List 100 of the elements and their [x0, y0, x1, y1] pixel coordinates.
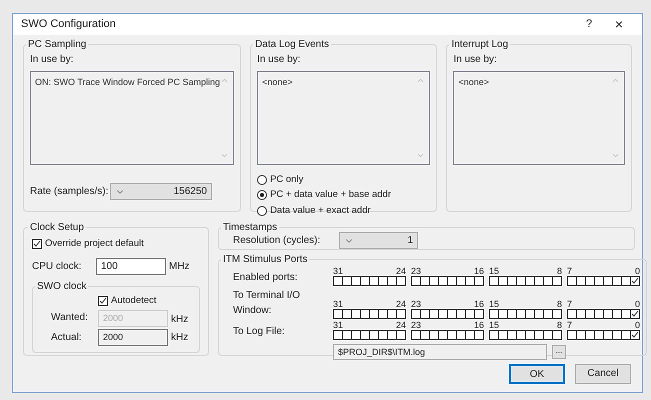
checkbox[interactable]	[630, 309, 640, 319]
checkbox[interactable]	[594, 309, 604, 319]
checkbox[interactable]	[396, 330, 406, 340]
checkbox[interactable]	[498, 276, 508, 286]
checkbox[interactable]	[32, 239, 42, 250]
checkbox[interactable]	[498, 330, 508, 340]
checkbox[interactable]	[411, 330, 421, 340]
checkbox[interactable]	[369, 276, 379, 286]
checkbox[interactable]	[429, 276, 439, 286]
checkbox[interactable]	[387, 309, 397, 319]
checkbox[interactable]	[369, 309, 379, 319]
dropdown[interactable]: 1	[339, 232, 418, 249]
checkbox[interactable]	[525, 309, 535, 319]
checkbox[interactable]	[516, 309, 526, 319]
checkbox[interactable]	[489, 309, 499, 319]
checkbox[interactable]	[621, 309, 631, 319]
checkbox[interactable]	[507, 330, 517, 340]
help-button[interactable]: ?	[574, 16, 604, 33]
checkbox[interactable]	[576, 276, 586, 286]
checkbox[interactable]	[411, 309, 421, 319]
checkbox[interactable]	[474, 309, 484, 319]
checkbox[interactable]	[552, 309, 562, 319]
checkbox[interactable]	[447, 330, 457, 340]
checkbox[interactable]	[621, 330, 631, 340]
checkbox[interactable]	[360, 330, 370, 340]
checkbox[interactable]	[333, 309, 343, 319]
checkbox[interactable]	[456, 309, 466, 319]
dialog-button[interactable]: Cancel	[575, 364, 631, 384]
checkbox[interactable]	[576, 330, 586, 340]
checkbox[interactable]	[552, 330, 562, 340]
checkbox[interactable]	[474, 330, 484, 340]
checkbox[interactable]	[378, 276, 388, 286]
checkbox[interactable]	[612, 309, 622, 319]
checkbox[interactable]	[387, 330, 397, 340]
checkbox[interactable]	[420, 309, 430, 319]
checkbox[interactable]	[630, 330, 640, 340]
checkbox[interactable]	[603, 276, 613, 286]
checkbox[interactable]	[369, 330, 379, 340]
checkbox[interactable]	[567, 276, 577, 286]
dialog-button[interactable]: OK	[509, 364, 565, 384]
checkbox[interactable]	[438, 309, 448, 319]
checkbox[interactable]	[411, 276, 421, 286]
checkbox[interactable]	[429, 309, 439, 319]
checkbox[interactable]	[333, 330, 343, 340]
checkbox[interactable]	[612, 276, 622, 286]
checkbox[interactable]	[387, 276, 397, 286]
checkbox[interactable]	[507, 276, 517, 286]
checkbox[interactable]	[552, 276, 562, 286]
checkbox[interactable]	[612, 330, 622, 340]
checkbox[interactable]	[534, 330, 544, 340]
checkbox[interactable]	[351, 309, 361, 319]
checkbox[interactable]	[438, 276, 448, 286]
radio-button[interactable]	[257, 175, 268, 186]
checkbox[interactable]	[516, 330, 526, 340]
in-use-list[interactable]: <none>	[453, 71, 625, 165]
log-file-path-field[interactable]: $PROJ_DIR$\ITM.log	[333, 344, 547, 360]
checkbox[interactable]	[489, 276, 499, 286]
checkbox[interactable]	[474, 276, 484, 286]
checkbox[interactable]	[516, 276, 526, 286]
checkbox[interactable]	[507, 309, 517, 319]
checkbox[interactable]	[447, 276, 457, 286]
checkbox[interactable]	[420, 276, 430, 286]
checkbox[interactable]	[525, 330, 535, 340]
checkbox[interactable]	[465, 330, 475, 340]
checkbox[interactable]	[360, 276, 370, 286]
checkbox[interactable]	[456, 276, 466, 286]
checkbox[interactable]	[465, 309, 475, 319]
actual-field[interactable]: 2000	[98, 328, 168, 346]
close-button[interactable]: ×	[604, 14, 634, 35]
checkbox[interactable]	[576, 309, 586, 319]
checkbox[interactable]	[360, 309, 370, 319]
checkbox[interactable]	[396, 276, 406, 286]
checkbox[interactable]	[543, 330, 553, 340]
checkbox[interactable]	[98, 296, 108, 306]
checkbox[interactable]	[465, 276, 475, 286]
checkbox[interactable]	[438, 330, 448, 340]
checkbox[interactable]	[351, 330, 361, 340]
checkbox[interactable]	[429, 330, 439, 340]
checkbox[interactable]	[543, 309, 553, 319]
checkbox[interactable]	[585, 330, 595, 340]
checkbox[interactable]	[396, 309, 406, 319]
checkbox[interactable]	[489, 330, 499, 340]
dropdown[interactable]: 156250	[110, 183, 212, 200]
checkbox[interactable]	[378, 309, 388, 319]
in-use-list[interactable]: ON: SWO Trace Window Forced PC Sampling	[30, 71, 234, 165]
checkbox[interactable]	[594, 330, 604, 340]
checkbox[interactable]	[621, 276, 631, 286]
radio-button[interactable]	[257, 190, 268, 200]
checkbox[interactable]	[603, 309, 613, 319]
checkbox[interactable]	[630, 276, 640, 286]
checkbox[interactable]	[342, 276, 352, 286]
radio-button[interactable]	[257, 206, 268, 216]
checkbox[interactable]	[378, 330, 388, 340]
checkbox[interactable]	[585, 276, 595, 286]
checkbox[interactable]	[603, 330, 613, 340]
checkbox[interactable]	[534, 309, 544, 319]
browse-button[interactable]: ...	[552, 345, 566, 359]
checkbox[interactable]	[543, 276, 553, 286]
checkbox[interactable]	[585, 309, 595, 319]
checkbox[interactable]	[456, 330, 466, 340]
